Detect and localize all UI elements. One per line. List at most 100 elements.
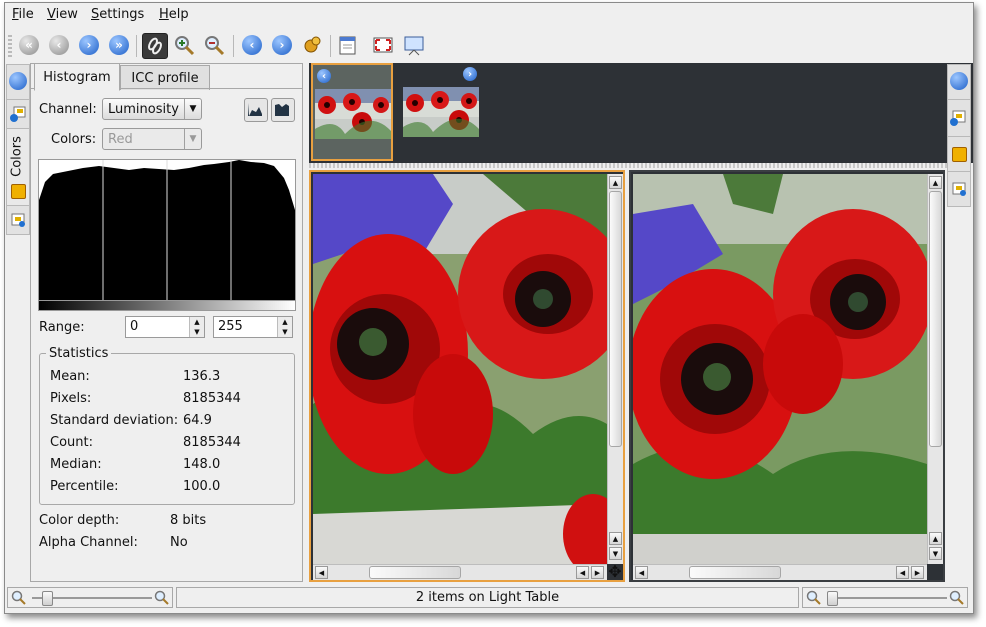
tag-icon	[11, 213, 25, 227]
zoom-in-icon	[175, 36, 195, 56]
chevron-down-icon: ▼	[184, 129, 201, 149]
previous-button[interactable]: ‹	[240, 33, 264, 57]
back-button[interactable]: ‹	[47, 33, 71, 57]
menu-file[interactable]: File	[12, 7, 34, 22]
linear-histogram-icon	[248, 103, 262, 116]
scroll-down-icon[interactable]: ▼	[929, 547, 942, 560]
linear-scale-button[interactable]	[244, 98, 268, 122]
application-window: File View Settings Help « ‹ › » ‹ › Colo…	[4, 2, 974, 614]
right-preview-pane[interactable]: ▲ ▲ ▼ ◀ ◀ ▶	[629, 170, 945, 582]
scroll-down-icon[interactable]: ▼	[609, 547, 622, 560]
thumbnail-1[interactable]: ‹	[311, 63, 393, 161]
fullscreen-button[interactable]	[371, 33, 395, 57]
pan-icon[interactable]: ✥	[607, 564, 623, 580]
scroll-thumb[interactable]	[689, 566, 781, 579]
menu-help[interactable]: Help	[159, 7, 189, 22]
left-tab-colors[interactable]: Colors	[6, 128, 30, 206]
right-tab-metadata[interactable]	[947, 99, 971, 137]
right-horizontal-scrollbar[interactable]: ◀ ◀ ▶	[633, 564, 927, 580]
menu-view-mnemonic: V	[47, 7, 56, 22]
toolbar-separator	[136, 35, 137, 57]
menu-settings[interactable]: Settings	[91, 7, 144, 22]
thumbnail-2[interactable]: ›	[399, 63, 483, 161]
colors-select[interactable]: Red ▼	[102, 128, 202, 150]
tab-icc-profile[interactable]: ICC profile	[120, 65, 210, 90]
right-tab-colors[interactable]	[947, 136, 971, 172]
stat-pixels-label: Pixels:	[50, 391, 92, 406]
zoom-in-button[interactable]	[172, 33, 196, 57]
scroll-thumb[interactable]	[609, 191, 622, 447]
stat-mean-value: 136.3	[183, 369, 221, 384]
tab-icc-profile-label: ICC profile	[131, 70, 199, 86]
scroll-thumb[interactable]	[369, 566, 461, 579]
log-histogram-icon	[275, 104, 289, 116]
zoom-in-icon[interactable]	[949, 590, 965, 606]
metadata-icon	[950, 110, 966, 126]
toolbar-separator	[330, 35, 331, 57]
clear-button[interactable]	[336, 33, 360, 57]
channel-value: Luminosity	[108, 101, 179, 117]
scroll-left-icon[interactable]: ◀	[315, 566, 328, 579]
stat-stddev-label: Standard deviation:	[50, 413, 179, 428]
first-button[interactable]: «	[17, 33, 41, 57]
next-button[interactable]: ›	[270, 33, 294, 57]
stat-count-value: 8185344	[183, 435, 241, 450]
scroll-up-icon[interactable]: ▲	[929, 532, 942, 545]
spin-arrows-icon[interactable]: ▲ ▼	[277, 317, 292, 337]
last-button[interactable]: »	[107, 33, 131, 57]
splitter-handle[interactable]	[309, 163, 973, 168]
slideshow-button[interactable]	[402, 33, 426, 57]
zoom-out-button[interactable]	[202, 33, 226, 57]
zoom-slider-handle[interactable]	[827, 591, 838, 606]
channel-label: Channel:	[39, 102, 97, 117]
scroll-up-icon[interactable]: ▲	[929, 176, 942, 189]
zoom-out-icon[interactable]	[11, 590, 27, 606]
left-horizontal-scrollbar[interactable]: ◀ ◀ ▶	[313, 564, 607, 580]
toolbar-grip[interactable]	[8, 35, 12, 57]
forward-button[interactable]: ›	[77, 33, 101, 57]
stat-stddev-value: 64.9	[183, 413, 212, 428]
sync-button[interactable]	[142, 33, 168, 59]
scroll-up-icon[interactable]: ▲	[609, 532, 622, 545]
colors-tab-label: Colors	[9, 136, 25, 177]
edit-button[interactable]	[300, 33, 324, 57]
range-min-spinbox[interactable]: 0 ▲ ▼	[125, 316, 205, 338]
scroll-left-icon[interactable]: ◀	[576, 566, 589, 579]
clear-icon	[339, 36, 356, 55]
left-tab-metadata[interactable]	[6, 99, 30, 129]
zoom-slider-track[interactable]	[827, 597, 947, 599]
scroll-left-icon[interactable]: ◀	[635, 566, 648, 579]
zoom-out-icon	[205, 36, 225, 56]
zoom-out-icon[interactable]	[806, 590, 822, 606]
spin-arrows-icon[interactable]: ▲ ▼	[189, 317, 204, 337]
stat-median-label: Median:	[50, 457, 102, 472]
right-vertical-scrollbar[interactable]: ▲ ▲ ▼	[927, 174, 943, 564]
zoom-in-icon[interactable]	[154, 590, 170, 606]
scroll-up-icon[interactable]: ▲	[609, 176, 622, 189]
range-max-spinbox[interactable]: 255 ▲ ▼	[213, 316, 293, 338]
right-tab-properties[interactable]	[947, 64, 971, 100]
info-icon	[950, 72, 968, 90]
tab-histogram[interactable]: Histogram	[34, 63, 120, 91]
thumbnail-image	[403, 87, 479, 137]
scroll-left-icon[interactable]: ◀	[896, 566, 909, 579]
zoom-slider-handle[interactable]	[42, 591, 53, 606]
scroll-right-icon[interactable]: ▶	[911, 566, 924, 579]
left-photo	[313, 174, 607, 564]
log-scale-button[interactable]	[271, 98, 295, 122]
left-tab-properties[interactable]	[6, 64, 30, 100]
left-preview-pane[interactable]: ▲ ▲ ▼ ◀ ◀ ▶ ✥	[309, 170, 625, 582]
left-vertical-scrollbar[interactable]: ▲ ▲ ▼	[607, 174, 623, 564]
color-depth-label: Color depth:	[39, 513, 120, 528]
colors-icon	[952, 147, 967, 162]
channel-select[interactable]: Luminosity ▼	[102, 98, 202, 120]
scroll-thumb[interactable]	[929, 191, 942, 447]
scroll-right-icon[interactable]: ▶	[591, 566, 604, 579]
main-toolbar: « ‹ › » ‹ ›	[5, 29, 973, 61]
first-icon: «	[19, 35, 39, 55]
menu-view[interactable]: View	[47, 7, 78, 22]
right-tab-tags[interactable]	[947, 171, 971, 207]
left-tab-geolocation[interactable]	[6, 205, 30, 235]
status-text: 2 items on Light Table	[415, 590, 560, 605]
menu-help-mnemonic: H	[159, 7, 169, 22]
